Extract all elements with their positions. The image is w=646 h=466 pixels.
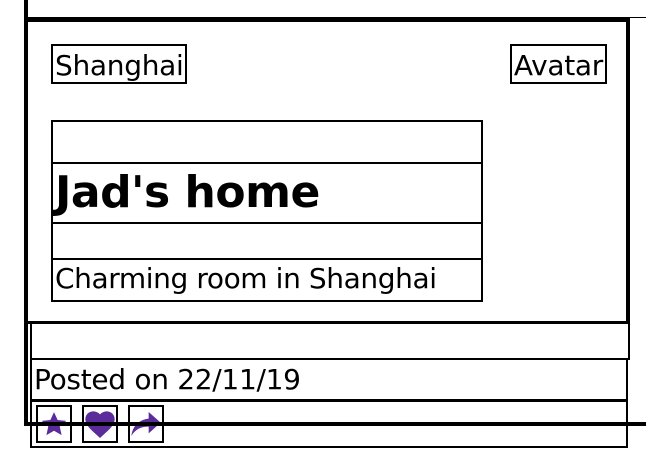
posted-date: Posted on 22/11/19 [30,358,628,402]
footer-spacer [30,324,630,360]
page: Shanghai Avatar Jad's home Charming room… [0,0,646,466]
listing-info: Jad's home Charming room in Shanghai [51,120,483,302]
avatar[interactable]: Avatar [509,44,607,84]
listing-subtitle: Charming room in Shanghai [53,258,483,302]
location-label: Shanghai [51,44,188,84]
listing-title: Jad's home [53,162,483,224]
frame-border-bottom [24,422,646,426]
card-header: Shanghai Avatar [51,44,607,88]
